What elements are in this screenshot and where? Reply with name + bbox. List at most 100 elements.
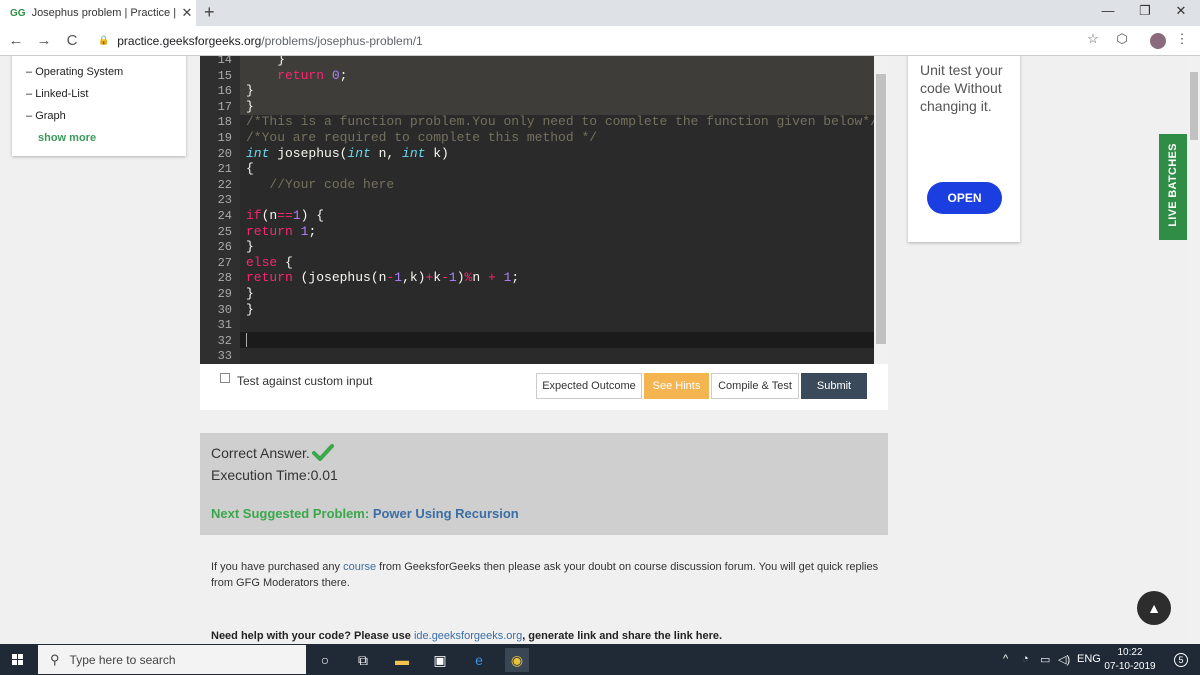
code-token: josephus( — [269, 145, 348, 161]
restore-button[interactable]: ❐ — [1130, 3, 1160, 19]
check-mark-icon — [312, 444, 334, 461]
code-token: //Your code here — [246, 176, 395, 192]
code-token: ; — [511, 270, 520, 286]
line-number: 14 — [217, 56, 232, 67]
code-token: ) — [456, 270, 465, 286]
profile-avatar[interactable] — [1150, 33, 1166, 49]
code-token: int — [402, 145, 426, 161]
page-content: – Operating System – Linked-List – Graph… — [0, 56, 1188, 644]
help-note: Need help with your code? Please use ide… — [211, 630, 722, 642]
chrome-icon[interactable]: ◉ — [505, 648, 529, 672]
line-number: 15 — [217, 68, 232, 83]
tray-overflow-icon[interactable]: ^ — [1003, 653, 1008, 665]
compile-test-button[interactable]: Compile & Test — [711, 373, 799, 399]
line-number: 27 — [217, 255, 232, 270]
code-token: /*This is a function problem.You only ne… — [246, 114, 874, 130]
line-number: 18 — [217, 115, 232, 130]
code-token: - — [441, 270, 449, 286]
expected-outcome-button[interactable]: Expected Outcome — [536, 373, 642, 399]
tab-close-icon[interactable]: ✕ — [178, 5, 196, 21]
windows-taskbar: ⚲ Type here to search ○ ⧉ ▬ ▣ e ◉ ^ ◔ ▭ … — [0, 644, 1200, 675]
bookmark-star-icon[interactable]: ☆ — [1083, 31, 1103, 47]
topic-item-graph[interactable]: – Graph — [26, 110, 66, 122]
topic-label: Operating System — [35, 66, 124, 78]
address-bar: ← → C 🔒 practice.geeksforgeeks.org/probl… — [0, 26, 1200, 56]
code-token: k — [433, 270, 442, 286]
topic-label: Linked-List — [35, 88, 89, 100]
code-token: } — [246, 301, 254, 317]
url-field[interactable]: 🔒 practice.geeksforgeeks.org/problems/jo… — [98, 34, 423, 48]
code-token: { — [246, 161, 254, 177]
file-explorer-icon[interactable]: ▬ — [390, 648, 414, 672]
line-number: 23 — [217, 193, 232, 208]
topic-item-operating-system[interactable]: – Operating System — [26, 66, 123, 78]
topic-label: Graph — [35, 110, 66, 122]
browser-menu-icon[interactable]: ⋮ — [1172, 31, 1192, 47]
ide-link[interactable]: ide.geeksforgeeks.org — [414, 630, 522, 642]
topic-item-linked-list[interactable]: – Linked-List — [26, 88, 88, 100]
live-batches-tab[interactable]: LIVE BATCHES — [1159, 134, 1187, 240]
line-number: 32 — [217, 333, 232, 348]
cortana-icon[interactable]: ○ — [313, 648, 337, 672]
active-line — [200, 332, 874, 348]
code-token: (josephus(n — [292, 270, 387, 286]
line-number: 19 — [217, 131, 232, 145]
code-line: else { — [246, 255, 293, 271]
code-token: } — [246, 286, 254, 301]
edge-icon[interactable]: e — [467, 648, 491, 672]
scroll-to-top-button[interactable]: ▲ — [1137, 591, 1171, 625]
reload-button[interactable]: C — [60, 32, 84, 49]
code-token: else — [246, 254, 278, 270]
code-token: int — [246, 145, 270, 161]
store-icon[interactable]: ▣ — [428, 648, 452, 672]
code-token: ; — [308, 223, 317, 239]
ad-open-button[interactable]: OPEN — [927, 182, 1002, 214]
language-indicator[interactable]: ENG — [1077, 653, 1101, 665]
task-view-icon[interactable]: ⧉ — [351, 648, 375, 672]
line-number: 21 — [217, 162, 232, 177]
gfg-favicon-icon: GG — [10, 7, 26, 19]
notification-center-icon[interactable]: 5 — [1174, 653, 1188, 667]
custom-input-label: Test against custom input — [237, 374, 373, 388]
network-icon[interactable]: ◔ — [1022, 653, 1029, 665]
new-tab-button[interactable]: + — [204, 2, 215, 23]
page-scrollbar-thumb[interactable] — [1190, 72, 1198, 140]
code-token: + — [487, 270, 496, 286]
submit-button[interactable]: Submit — [801, 373, 867, 399]
code-editor[interactable]: 14 } 15 return 0; 16} 17} 18 /*This is a func… — [200, 56, 874, 364]
search-icon: ⚲ — [50, 651, 60, 667]
code-token: ; — [339, 67, 348, 83]
code-token: int — [347, 145, 371, 161]
search-placeholder: Type here to search — [69, 652, 176, 667]
taskbar-clock[interactable]: 10:22 07-10-2019 — [1103, 646, 1157, 674]
windows-start-icon[interactable] — [12, 654, 24, 666]
editor-scrollbar-thumb[interactable] — [876, 74, 886, 344]
forward-button[interactable]: → — [32, 32, 56, 49]
code-token: return — [246, 270, 293, 286]
back-button[interactable]: ← — [4, 32, 28, 49]
show-more-link[interactable]: show more — [38, 132, 96, 144]
code-token: (n — [261, 208, 278, 223]
see-hints-button[interactable]: See Hints — [644, 373, 709, 399]
volume-icon[interactable]: ◁) — [1058, 653, 1070, 666]
course-link[interactable]: course — [343, 561, 376, 573]
page-scrollbar[interactable] — [1188, 56, 1200, 644]
custom-input-checkbox[interactable] — [220, 373, 230, 383]
code-token: k) — [425, 145, 449, 161]
help-text-2: , generate link and share the link here. — [522, 630, 723, 642]
next-problem-link[interactable]: Power Using Recursion — [373, 506, 519, 521]
minimize-button[interactable]: — — [1093, 3, 1123, 18]
line-number: 28 — [217, 271, 232, 286]
window-close-button[interactable]: ✕ — [1166, 3, 1196, 19]
taskbar-search-box[interactable]: ⚲ Type here to search — [38, 645, 306, 674]
extension-shield-icon[interactable]: ⬡ — [1112, 31, 1132, 47]
code-line: return 1; — [246, 224, 316, 240]
editor-controls: Test against custom input Expected Outco… — [200, 364, 888, 410]
lock-icon: 🔒 — [98, 35, 110, 45]
tab-title: Josephus problem | Practice | Ge — [31, 7, 178, 19]
browser-tab[interactable]: GG Josephus problem | Practice | Ge ✕ — [0, 0, 196, 26]
text-caret — [246, 333, 247, 347]
battery-icon[interactable]: ▭ — [1040, 653, 1050, 666]
